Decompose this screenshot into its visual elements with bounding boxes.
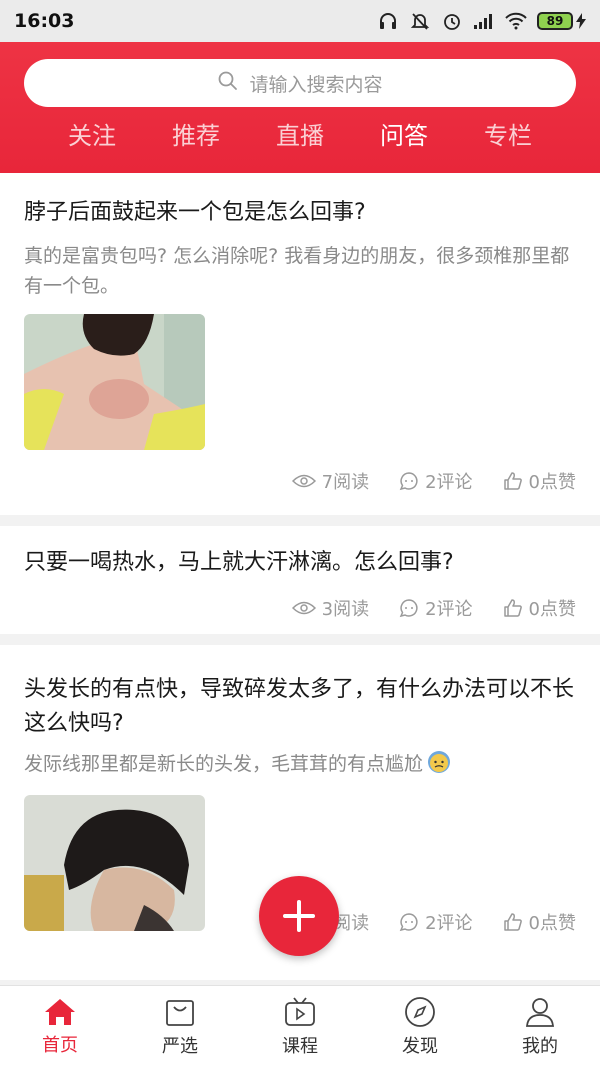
tab-column[interactable]: 专栏	[484, 116, 532, 160]
thumbs-up-icon	[503, 599, 522, 617]
search-icon	[217, 70, 239, 96]
comment-count[interactable]: 2评论	[399, 909, 473, 935]
tab-recommend[interactable]: 推荐	[172, 116, 220, 160]
status-bar: 16:03 89	[0, 0, 600, 42]
nav-select-label: 严选	[162, 1035, 198, 1057]
shopping-bag-icon	[166, 999, 194, 1026]
question-title: 只要一喝热水，马上就大汗淋漓。怎么回事?	[24, 550, 454, 575]
search-placeholder: 请输入搜索内容	[249, 73, 383, 96]
eye-icon	[291, 601, 316, 615]
nav-profile[interactable]: 我的	[480, 986, 600, 1067]
add-question-button[interactable]	[259, 876, 339, 956]
tab-follow[interactable]: 关注	[68, 116, 116, 160]
comment-count[interactable]: 2评论	[399, 468, 473, 494]
nav-discover-label: 发现	[402, 1035, 438, 1057]
read-count-text: 7阅读	[321, 472, 370, 493]
battery-indicator: 89	[537, 12, 586, 30]
thumbs-up-icon	[503, 472, 522, 490]
comment-count-text: 2评论	[425, 472, 473, 493]
nav-home-label: 首页	[42, 1034, 78, 1056]
bottom-navigation: 首页 严选 课程 发现 我的	[0, 985, 600, 1067]
comment-icon	[399, 599, 418, 618]
nav-home[interactable]: 首页	[0, 986, 120, 1067]
charging-icon	[576, 13, 586, 29]
like-count[interactable]: 0点赞	[503, 468, 576, 494]
read-count-text: 3阅读	[321, 599, 370, 620]
battery-level: 89	[537, 12, 573, 30]
tab-qa[interactable]: 问答	[380, 116, 428, 160]
question-description: 真的是富贵包吗? 怎么消除呢? 我看身边的朋友，很多颈椎那里都有一个包。	[24, 245, 570, 297]
alarm-icon	[441, 10, 463, 32]
home-icon	[45, 998, 75, 1025]
plus-icon	[283, 900, 315, 932]
headphones-icon	[377, 10, 399, 32]
question-description-row: 发际线那里都是新长的头发，毛茸茸的有点尴尬	[24, 749, 451, 779]
nav-select[interactable]: 严选	[120, 986, 240, 1067]
search-bar[interactable]: 请输入搜索内容	[24, 59, 576, 107]
signal-icon	[473, 10, 495, 32]
category-tabs: 关注 推荐 直播 问答 专栏	[0, 116, 600, 160]
question-image[interactable]	[24, 795, 205, 931]
thumbs-up-icon	[503, 913, 522, 931]
user-icon	[526, 997, 554, 1027]
compass-icon	[405, 996, 435, 1027]
like-count-text: 0点赞	[528, 913, 576, 934]
question-image[interactable]	[24, 314, 205, 450]
like-count[interactable]: 0点赞	[503, 595, 576, 621]
question-title: 头发长的有点快，导致碎发太多了，有什么办法可以不长这么快吗?	[24, 677, 575, 736]
tab-live[interactable]: 直播	[276, 116, 324, 160]
status-icons: 89	[377, 10, 586, 32]
comment-count-text: 2评论	[425, 599, 473, 620]
like-count[interactable]: 0点赞	[503, 909, 576, 935]
question-card[interactable]: 脖子后面鼓起来一个包是怎么回事? 真的是富贵包吗? 怎么消除呢? 我看身边的朋友…	[0, 173, 600, 515]
nav-courses[interactable]: 课程	[240, 986, 360, 1067]
comment-icon	[399, 913, 418, 932]
status-time: 16:03	[14, 10, 75, 32]
like-count-text: 0点赞	[528, 472, 576, 493]
nav-discover[interactable]: 发现	[360, 986, 480, 1067]
question-description: 发际线那里都是新长的头发，毛茸茸的有点尴尬	[24, 753, 424, 775]
tv-play-icon	[285, 996, 315, 1026]
nav-profile-label: 我的	[522, 1035, 558, 1057]
comment-count[interactable]: 2评论	[399, 595, 473, 621]
question-stats: 3阅读 2评论 0点赞	[291, 595, 576, 621]
nav-courses-label: 课程	[282, 1035, 318, 1057]
top-header: 请输入搜索内容 关注 推荐 直播 问答 专栏	[0, 42, 600, 173]
question-title: 脖子后面鼓起来一个包是怎么回事?	[24, 200, 366, 225]
eye-icon	[291, 474, 316, 488]
wifi-icon	[505, 10, 527, 32]
read-count: 3阅读	[291, 595, 370, 621]
question-card[interactable]: 只要一喝热水，马上就大汗淋漓。怎么回事? 3阅读 2评论 0点赞	[0, 526, 600, 634]
like-count-text: 0点赞	[528, 599, 576, 620]
read-count: 7阅读	[291, 468, 370, 494]
question-stats: 7阅读 2评论 0点赞	[291, 468, 576, 494]
question-feed: 脖子后面鼓起来一个包是怎么回事? 真的是富贵包吗? 怎么消除呢? 我看身边的朋友…	[0, 173, 600, 980]
sweat-emoji-icon	[427, 750, 451, 778]
bell-off-icon	[409, 10, 431, 32]
comment-count-text: 2评论	[425, 913, 473, 934]
comment-icon	[399, 472, 418, 491]
